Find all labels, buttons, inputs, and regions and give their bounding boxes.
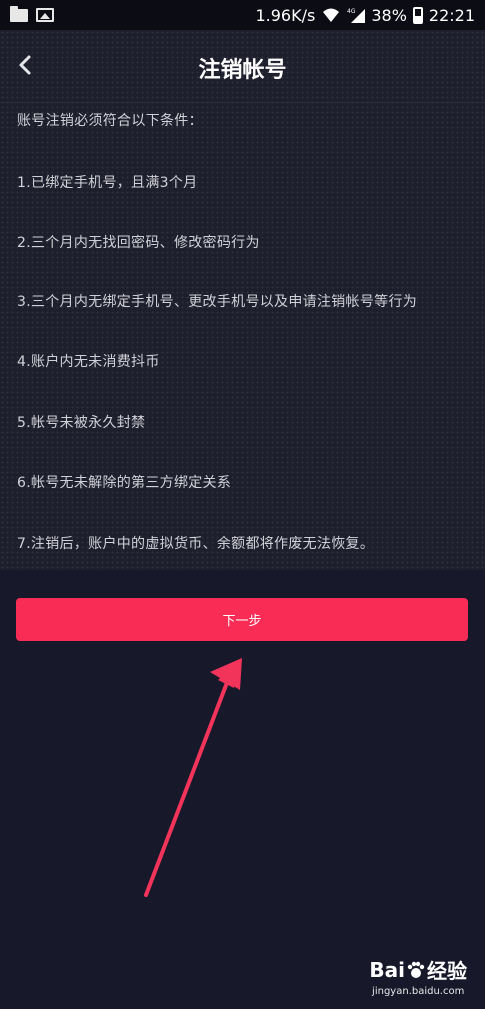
condition-item: 1.已绑定手机号，且满3个月 bbox=[17, 175, 198, 191]
image-icon bbox=[36, 8, 54, 22]
next-step-button[interactable]: 下一步 bbox=[16, 598, 468, 641]
paw-icon bbox=[407, 961, 425, 978]
network-type-label: 4G bbox=[347, 8, 356, 15]
intro-text: 账号注销必须符合以下条件： bbox=[17, 113, 203, 129]
condition-item: 2.三个月内无找回密码、修改密码行为 bbox=[17, 235, 260, 251]
watermark-logo-suffix: 经验 bbox=[427, 959, 467, 983]
signal-icon: 4G bbox=[347, 7, 366, 23]
status-left bbox=[10, 5, 54, 22]
nav-divider bbox=[0, 102, 485, 103]
status-bar: 1.96K/s 4G 38% 22:21 bbox=[0, 0, 485, 30]
status-right: 1.96K/s 4G 38% 22:21 bbox=[255, 6, 475, 25]
annotation-arrow-icon bbox=[144, 658, 242, 897]
watermark-url: jingyan.baidu.com bbox=[372, 986, 465, 997]
battery-icon bbox=[412, 6, 423, 24]
condition-item: 3.三个月内无绑定手机号、更改手机号以及申请注销帐号等行为 bbox=[17, 294, 418, 310]
network-speed: 1.96K/s bbox=[255, 5, 316, 25]
content-panel: 注销帐号 账号注销必须符合以下条件： 1.已绑定手机号，且满3个月 2.三个月内… bbox=[0, 30, 485, 570]
screen: 1.96K/s 4G 38% 22:21 注销帐号 账号注销必须符合以下条件： … bbox=[0, 0, 485, 1009]
watermark-logo-text: Bai bbox=[369, 957, 405, 982]
page-title: 注销帐号 bbox=[198, 58, 287, 83]
watermark-logo: Bai 经验 bbox=[369, 955, 467, 984]
condition-item: 4.账户内无未消费抖币 bbox=[17, 354, 160, 370]
baidu-watermark: Bai 经验 jingyan.baidu.com bbox=[369, 955, 467, 998]
folder-icon bbox=[10, 5, 28, 22]
condition-item: 6.帐号无未解除的第三方绑定关系 bbox=[17, 475, 232, 491]
battery-percent: 38% bbox=[371, 5, 407, 25]
clock: 22:21 bbox=[428, 5, 475, 25]
nav-bar: 注销帐号 bbox=[0, 30, 485, 103]
condition-item: 5.帐号未被永久封禁 bbox=[17, 415, 146, 431]
condition-item: 7.注销后，账户中的虚拟货币、余额都将作废无法恢复。 bbox=[17, 536, 375, 552]
wifi-icon bbox=[321, 7, 341, 23]
